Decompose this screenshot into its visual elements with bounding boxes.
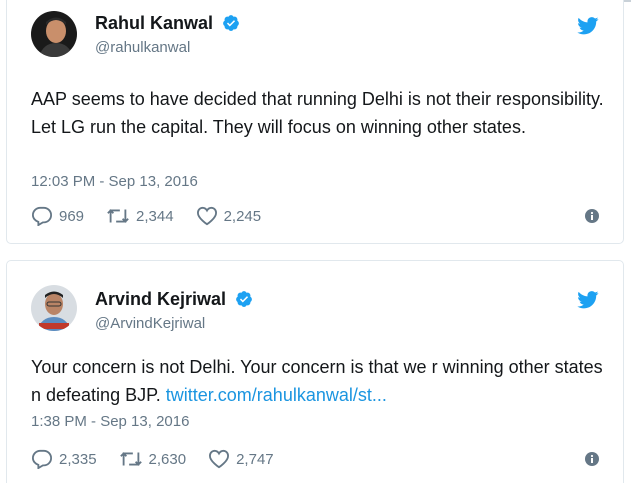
author-name-1-text[interactable]: Rahul Kanwal [95,13,213,33]
retweet-count-2: 2,630 [148,450,187,468]
info-icon[interactable] [585,452,599,466]
avatar-arvind-kejriwal[interactable] [31,285,77,331]
action-bar-1: 969 2,344 2,245 [31,205,283,227]
action-bar-2: 2,335 2,630 2,747 [31,448,296,470]
reply-icon [31,449,53,469]
author-handle-1[interactable]: @rahulkanwal [95,39,190,56]
author-name-2-text[interactable]: Arvind Kejriwal [95,289,226,309]
like-button-2[interactable]: 2,747 [208,449,274,469]
reply-icon [31,206,53,226]
like-icon [209,449,230,469]
retweet-count-1: 2,344 [136,207,174,225]
timestamp-2[interactable]: 1:38 PM - Sep 13, 2016 [31,413,189,430]
reply-button-2[interactable]: 2,335 [31,449,97,469]
tweet-embed-page: Rahul Kanwal @rahulkanwal AAP seems to h… [0,0,631,483]
author-name-2[interactable]: Arvind Kejriwal [95,289,253,310]
like-icon [196,206,217,226]
verified-badge-icon [236,291,252,307]
verified-badge-icon [223,15,239,31]
avatar-rahul-kanwal[interactable] [31,11,77,57]
retweet-button-2[interactable]: 2,630 [119,450,187,468]
tweet-text-1: AAP seems to have decided that running D… [31,89,604,137]
retweet-icon [119,452,142,466]
reply-button-1[interactable]: 969 [31,206,84,226]
tweet-card-1[interactable]: Rahul Kanwal @rahulkanwal AAP seems to h… [6,0,624,244]
retweet-icon [107,209,129,223]
avatar-rahul-image [31,11,77,57]
like-count-1: 2,245 [223,207,262,225]
reply-count-2: 2,335 [59,450,97,468]
tweet-text-2: Your concern is not Delhi. Your concern … [31,353,606,409]
info-icon[interactable] [585,209,599,223]
twitter-bird-icon[interactable] [577,17,599,35]
tweet-link-2[interactable]: twitter.com/rahulkanwal/st... [166,385,387,405]
author-handle-2[interactable]: @ArvindKejriwal [95,315,205,332]
avatar-arvind-image [31,285,77,331]
timestamp-1[interactable]: 12:03 PM - Sep 13, 2016 [31,173,198,190]
tweet-card-2[interactable]: Arvind Kejriwal @ArvindKejriwal Your con… [6,260,624,483]
twitter-bird-icon[interactable] [577,291,599,309]
retweet-button-1[interactable]: 2,344 [106,207,174,225]
like-button-1[interactable]: 2,245 [196,206,262,226]
author-name-1[interactable]: Rahul Kanwal [95,13,240,34]
like-count-2: 2,747 [236,450,274,468]
reply-count-1: 969 [59,207,85,225]
